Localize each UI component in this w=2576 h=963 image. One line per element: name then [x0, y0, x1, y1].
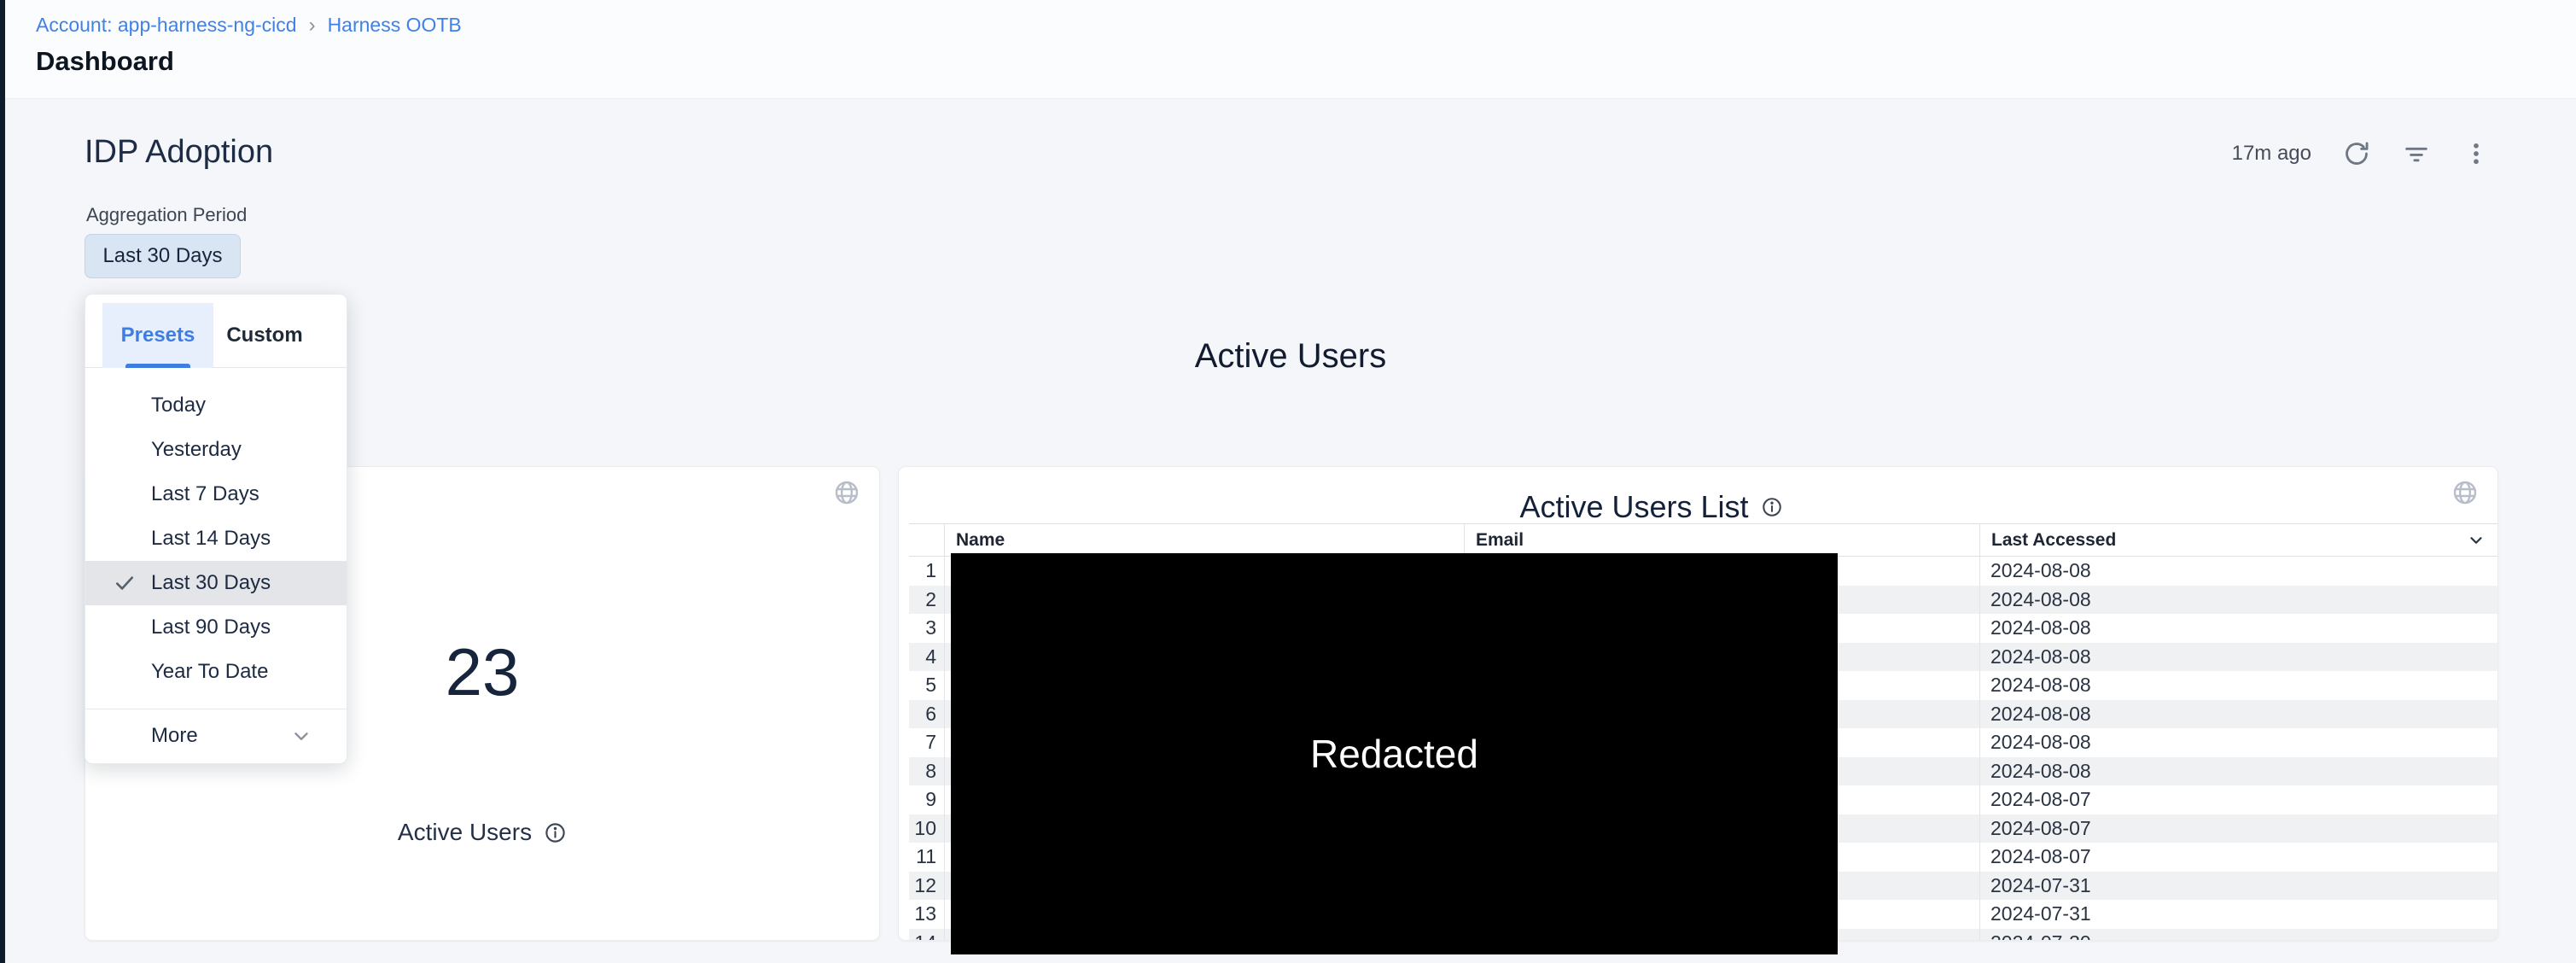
- preset-option-label: Year To Date: [151, 660, 268, 684]
- last-accessed-cell: 2024-07-31: [1979, 900, 2497, 929]
- last-accessed-cell: 2024-08-08: [1979, 557, 2497, 586]
- preset-option-label: Last 30 Days: [151, 571, 271, 595]
- row-number: 1: [909, 557, 944, 586]
- last-accessed-cell: 2024-08-07: [1979, 843, 2497, 872]
- last-accessed-cell: 2024-08-08: [1979, 757, 2497, 786]
- breadcrumb: Account: app-harness-ng-cicd › Harness O…: [36, 14, 462, 37]
- redaction-overlay: Redacted: [951, 553, 1838, 954]
- row-number: 8: [909, 757, 944, 786]
- period-dropdown: Presets Custom Today: [85, 294, 347, 764]
- check-icon: [113, 571, 137, 595]
- preset-option[interactable]: Last 7 Days: [85, 472, 347, 517]
- breadcrumb-account-link[interactable]: Account: app-harness-ng-cicd: [36, 14, 297, 37]
- row-number: 14: [909, 929, 944, 942]
- dashboard-content: IDP Adoption 17m ago: [5, 100, 2576, 963]
- last-accessed-cell: 2024-07-31: [1979, 872, 2497, 901]
- preset-option-label: Last 90 Days: [151, 616, 271, 639]
- dashboard-screen: Account: app-harness-ng-cicd › Harness O…: [0, 0, 2576, 963]
- table-title: Active Users List: [1519, 489, 1748, 525]
- preset-option[interactable]: Last 90 Days: [85, 605, 347, 650]
- last-accessed-cell: 2024-08-08: [1979, 586, 2497, 615]
- tab-custom[interactable]: Custom: [213, 303, 316, 368]
- preset-option[interactable]: Last 30 Days: [85, 561, 347, 605]
- row-number: 7: [909, 728, 944, 757]
- tab-presets[interactable]: Presets: [102, 303, 213, 368]
- page-title: Dashboard: [36, 46, 174, 77]
- column-header-name: Name: [944, 524, 1464, 556]
- row-number: 3: [909, 614, 944, 643]
- dashboard-title: IDP Adoption: [85, 134, 273, 171]
- breadcrumb-separator: ›: [309, 15, 316, 36]
- kebab-menu-icon[interactable]: [2462, 139, 2491, 168]
- dashboard-toolbar: 17m ago: [2232, 139, 2491, 168]
- row-number: 6: [909, 700, 944, 729]
- last-accessed-cell: 2024-08-07: [1979, 814, 2497, 843]
- preset-option-label: Last 14 Days: [151, 527, 271, 551]
- chevron-down-icon: [290, 725, 312, 747]
- period-dropdown-tabs: Presets Custom: [85, 295, 347, 368]
- preset-options-list: Today Yesterday: [85, 368, 347, 694]
- active-users-label: Active Users: [398, 819, 532, 846]
- breadcrumb-current-link[interactable]: Harness OOTB: [328, 14, 462, 37]
- info-icon: [1761, 496, 1783, 518]
- preset-option[interactable]: Year To Date: [85, 650, 347, 694]
- row-number: 4: [909, 643, 944, 672]
- active-users-label-row: Active Users: [85, 819, 879, 846]
- table-title-row: Active Users List: [899, 489, 2404, 525]
- last-accessed-cell: 2024-08-07: [1979, 785, 2497, 814]
- last-accessed-cell: 2024-08-08: [1979, 700, 2497, 729]
- info-icon: [544, 821, 567, 844]
- preset-option[interactable]: Yesterday: [85, 428, 347, 472]
- row-number-header: [909, 524, 944, 556]
- row-number: 12: [909, 872, 944, 901]
- more-label: More: [151, 724, 198, 748]
- filter-icon[interactable]: [2402, 139, 2431, 168]
- preset-option[interactable]: Today: [85, 383, 347, 428]
- preset-option[interactable]: Last 14 Days: [85, 517, 347, 561]
- column-sort-chevron-icon[interactable]: [2467, 531, 2486, 550]
- last-accessed-cell: 2024-07-30: [1979, 929, 2497, 942]
- column-header-last-accessed: Last Accessed: [1979, 524, 2497, 556]
- redaction-label: Redacted: [1310, 731, 1478, 777]
- last-accessed-cell: 2024-08-08: [1979, 643, 2497, 672]
- row-number: 9: [909, 785, 944, 814]
- row-number: 2: [909, 586, 944, 615]
- sidebar-edge: [0, 0, 5, 963]
- aggregation-period-label: Aggregation Period: [86, 204, 247, 226]
- table-header: Name Email Last Accessed: [909, 523, 2497, 557]
- preset-option-label: Yesterday: [151, 438, 242, 462]
- preset-option-label: Last 7 Days: [151, 482, 259, 506]
- last-accessed-cell: 2024-08-08: [1979, 614, 2497, 643]
- preset-option-label: Today: [151, 394, 206, 417]
- globe-icon: [833, 479, 860, 506]
- row-number: 5: [909, 671, 944, 700]
- row-number: 10: [909, 814, 944, 843]
- globe-icon: [2451, 479, 2479, 506]
- aggregation-period-button[interactable]: Last 30 Days: [85, 234, 241, 278]
- page-header: Account: app-harness-ng-cicd › Harness O…: [5, 0, 2576, 99]
- row-number: 11: [909, 843, 944, 872]
- column-header-email: Email: [1464, 524, 1979, 556]
- last-accessed-cell: 2024-08-08: [1979, 671, 2497, 700]
- row-number: 13: [909, 900, 944, 929]
- more-option[interactable]: More: [85, 709, 347, 762]
- section-title: Active Users: [5, 337, 2576, 376]
- last-updated-label: 17m ago: [2232, 142, 2311, 166]
- refresh-icon[interactable]: [2342, 139, 2371, 168]
- last-accessed-cell: 2024-08-08: [1979, 728, 2497, 757]
